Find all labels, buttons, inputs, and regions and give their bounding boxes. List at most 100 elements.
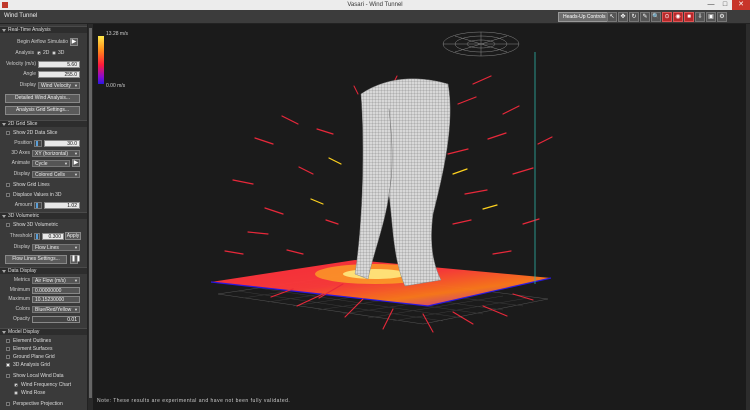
viewport-edge	[746, 24, 750, 410]
zoom-icon[interactable]: 🔍	[651, 12, 661, 22]
play-icon[interactable]: ▶	[70, 38, 78, 46]
flow-lines-settings-button[interactable]: Flow Lines Settings...	[5, 255, 67, 264]
show-3d-volumetric-checkbox[interactable]	[6, 223, 10, 227]
analysis-grid-settings-button[interactable]: Analysis Grid Settings...	[5, 106, 80, 115]
position-row: Position 30.0	[0, 139, 87, 147]
wind-rose-compass[interactable]	[442, 31, 520, 57]
element-surfaces-label: Element Surfaces	[13, 346, 53, 352]
section-2d-grid-slice[interactable]: 2D Grid Slice	[0, 120, 87, 127]
position-slider[interactable]	[34, 140, 42, 147]
animate-label: Animate	[11, 160, 30, 166]
pan-icon[interactable]: ✥	[618, 12, 628, 22]
animate-select[interactable]: Cycle	[32, 160, 70, 167]
amount-slider[interactable]	[34, 202, 42, 209]
minimize-button[interactable]: —	[704, 0, 718, 10]
maximum-input[interactable]: 10.15230000	[32, 296, 80, 303]
displace-values-checkbox[interactable]	[6, 193, 10, 197]
section-data-display[interactable]: Data Display	[0, 267, 87, 274]
ground-plane-grid-label: Ground Plane Grid	[13, 354, 55, 360]
perspective-projection-checkbox[interactable]	[6, 402, 10, 406]
amount-input[interactable]: 1.02	[44, 202, 80, 209]
local-wind-row: Show Local Wind Data	[0, 372, 87, 380]
ground-grid-row: Ground Plane Grid	[0, 353, 87, 361]
section-model-display[interactable]: Model Display	[0, 328, 87, 335]
analysis-label: Analysis	[15, 50, 34, 56]
wind-frequency-chart-radio[interactable]	[14, 383, 18, 387]
wind-rose-radio[interactable]	[14, 391, 18, 395]
minimum-row: Minimum 0.00000000	[0, 286, 87, 294]
close-button[interactable]: ✕	[732, 0, 750, 10]
orbit-icon[interactable]: ↻	[629, 12, 639, 22]
element-outlines-checkbox[interactable]	[6, 339, 10, 343]
app-icon	[2, 2, 8, 8]
panel-scrollbar-thumb[interactable]	[89, 28, 92, 398]
animate-play-icon[interactable]: ▶	[72, 159, 80, 167]
radio-2d[interactable]	[37, 51, 41, 55]
select-icon[interactable]: ↖	[607, 12, 617, 22]
velocity-input[interactable]: 5.60	[38, 61, 80, 68]
sketch-icon[interactable]: ✎	[640, 12, 650, 22]
element-surfaces-checkbox[interactable]	[6, 347, 10, 351]
radio-3d[interactable]	[52, 51, 56, 55]
show-local-wind-checkbox[interactable]	[6, 374, 10, 378]
pause-icon[interactable]: ❚❚	[70, 255, 81, 264]
threshold-label: Threshold	[9, 233, 32, 239]
radio-2d-label: 2D	[43, 50, 50, 56]
wind-rose-label: Wind Rose	[21, 390, 46, 396]
element-outlines-label: Element Outlines	[13, 338, 52, 344]
legend-min-value: 0.00 m/s	[106, 83, 126, 89]
minimum-input[interactable]: 0.00000000	[32, 287, 80, 294]
axes-select[interactable]: XY (horizontal)	[32, 150, 80, 157]
volumetric-display-select[interactable]: Flow Lines	[32, 244, 80, 251]
building-model	[354, 78, 451, 287]
amount-slider-knob[interactable]	[36, 203, 38, 208]
ground-plane-grid-checkbox[interactable]	[6, 355, 10, 359]
displace-values-label: Displace Values in 3D	[13, 192, 62, 198]
download-icon[interactable]: ⇩	[695, 12, 705, 22]
show-2d-slice-label: Show 2D Data Slice	[13, 130, 58, 136]
target-icon[interactable]: ◉	[673, 12, 683, 22]
colors-select[interactable]: Blue/Red/Yellow	[32, 306, 80, 313]
show-2d-slice-checkbox[interactable]	[6, 131, 10, 135]
metrics-select[interactable]: Air Flow (m/s)	[32, 277, 80, 284]
settings-icon[interactable]: ⚙	[717, 12, 727, 22]
apply-button[interactable]: Apply	[65, 232, 81, 240]
display-row: Display Wind Velocity	[0, 81, 87, 89]
begin-simulation-label: Begin Airflow Simulatio	[17, 39, 68, 45]
detailed-wind-analysis-button[interactable]: Detailed Wind Analysis...	[5, 94, 80, 103]
show-local-wind-label: Show Local Wind Data	[13, 373, 64, 379]
show-grid-lines-checkbox[interactable]	[6, 183, 10, 187]
heads-up-controls-button[interactable]: Heads-Up Controls	[558, 12, 611, 22]
angle-label: Angle	[23, 71, 36, 77]
analysis-panel: Real-Time Analysis Begin Airflow Simulat…	[0, 24, 88, 410]
3d-analysis-grid-checkbox[interactable]	[6, 363, 10, 367]
section-realtime-analysis[interactable]: Real-Time Analysis	[0, 26, 87, 33]
section-3d-volumetric[interactable]: 3D Volumetric	[0, 212, 87, 219]
threshold-slider-knob[interactable]	[36, 234, 38, 239]
opacity-label: Opacity	[13, 316, 30, 322]
show-3d-volumetric-label: Show 3D Volumetric	[13, 222, 59, 228]
window-icon[interactable]: ▣	[706, 12, 716, 22]
opacity-input[interactable]: 0.01	[32, 316, 80, 323]
threshold-input[interactable]: 0.300	[42, 233, 64, 240]
maximize-button[interactable]: □	[718, 0, 732, 10]
slice-display-label: Display	[13, 171, 30, 177]
minimum-label: Minimum	[9, 287, 30, 293]
angle-row: Angle 255.0	[0, 70, 87, 78]
wind-tunnel-scene[interactable]	[93, 24, 750, 410]
angle-input[interactable]: 255.0	[38, 71, 80, 78]
threshold-slider[interactable]	[34, 233, 40, 240]
stop-icon[interactable]: ■	[684, 12, 694, 22]
position-slider-knob[interactable]	[36, 141, 38, 146]
record-icon[interactable]: ⊙	[662, 12, 672, 22]
window-titlebar: Vasari - Wind Tunnel — □ ✕	[0, 0, 750, 10]
amount-row: Amount 1.02	[0, 201, 87, 209]
display-select[interactable]: Wind Velocity	[38, 82, 80, 89]
opacity-row: Opacity 0.01	[0, 315, 87, 323]
3d-viewport[interactable]: 13.28 m/s 0.00 m/s Note: These results a…	[93, 24, 750, 410]
show-volumetric-row: Show 3D Volumetric	[0, 221, 87, 229]
slice-display-select[interactable]: Colored Cells	[32, 171, 80, 178]
axes-label: 3D Axes	[11, 150, 30, 156]
position-input[interactable]: 30.0	[44, 140, 80, 147]
toolbar: Wind Tunnel Heads-Up Controls ↖ ✥ ↻ ✎ 🔍 …	[0, 10, 750, 24]
